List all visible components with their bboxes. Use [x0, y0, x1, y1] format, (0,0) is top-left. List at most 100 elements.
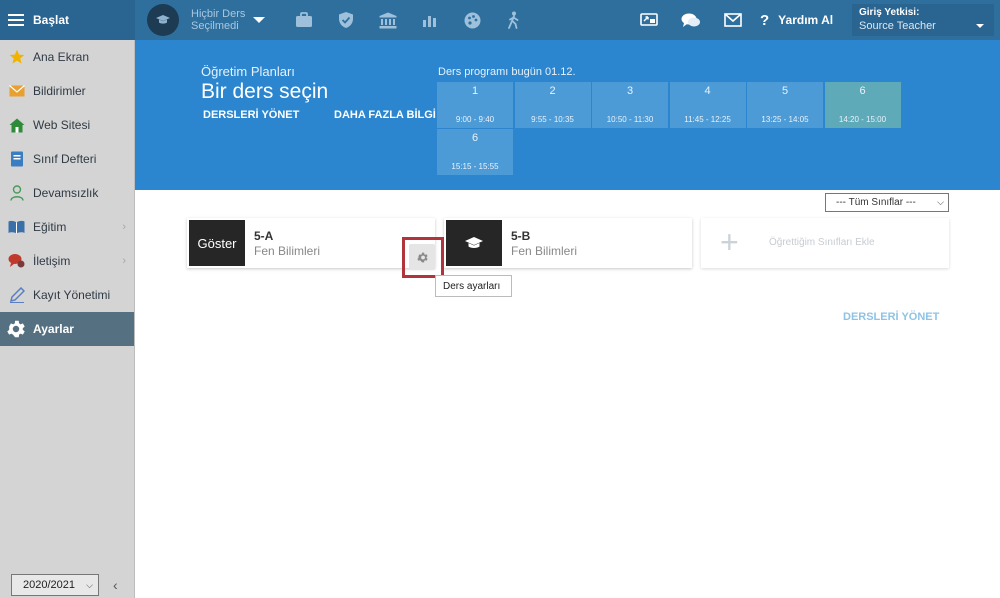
class-card-5b[interactable]: 5-B Fen Bilimleri: [444, 218, 692, 268]
sidebar-item-kayıt-yönetimi[interactable]: Kayıt Yönetimi: [0, 278, 134, 312]
more-info-link[interactable]: DAHA FAZLA BİLGİ: [334, 109, 436, 121]
add-classes-card[interactable]: + Öğrettiğim Sınıfları Ekle: [701, 218, 949, 268]
schedule-period[interactable]: 2 9:55 - 10:35: [514, 82, 591, 128]
bank-icon[interactable]: [378, 10, 398, 30]
chat-icon[interactable]: [681, 10, 701, 30]
class-code: 5-A: [254, 229, 274, 243]
period-number: 1: [471, 85, 479, 97]
sidebar-item-ayarlar[interactable]: Ayarlar: [0, 312, 134, 346]
show-label: Göster: [197, 235, 237, 251]
class-code: 5-B: [511, 229, 531, 243]
sidebar-item-label: Eğitim: [33, 220, 67, 234]
class-card-5a[interactable]: Göster 5-A Fen Bilimleri: [187, 218, 435, 268]
collapse-sidebar-icon[interactable]: ‹: [113, 577, 118, 593]
period-time: 14:20 - 15:00: [838, 115, 887, 124]
period-time: 15:15 - 15:55: [451, 162, 499, 171]
class-thumbnail: Göster: [189, 220, 245, 266]
mail-icon[interactable]: [723, 10, 743, 30]
sidebar-item-label: Web Sitesi: [33, 118, 91, 132]
period-number: 5: [781, 85, 789, 97]
schedule-period[interactable]: 4 11:45 - 12:25: [669, 82, 746, 128]
palette-icon[interactable]: [462, 10, 482, 30]
class-filter-value: --- Tüm Sınıflar ---: [836, 197, 916, 208]
period-number: 3: [626, 85, 634, 97]
sidebar-item-label: Ayarlar: [33, 322, 74, 336]
bar-chart-icon[interactable]: [420, 10, 440, 30]
chevron-down-icon: [253, 17, 265, 23]
star-icon: [8, 49, 25, 66]
sidebar-item-web-sitesi[interactable]: Web Sitesi: [0, 108, 134, 142]
period-number: 2: [549, 85, 556, 97]
period-time: 10:50 - 11:30: [606, 115, 654, 124]
manage-lessons-link[interactable]: DERSLERİ YÖNET: [203, 109, 299, 121]
class-thumbnail: [446, 220, 502, 266]
pen-icon: [8, 287, 25, 304]
schedule-period[interactable]: 6 14:20 - 15:00: [824, 82, 901, 128]
sidebar-item-label: İletişim: [33, 254, 71, 268]
gear-icon: [416, 252, 428, 262]
lesson-settings-button[interactable]: [409, 244, 435, 270]
sidebar-item-bildirimler[interactable]: Bildirimler: [0, 74, 134, 108]
notebook-icon: [8, 151, 25, 168]
start-label: Başlat: [33, 13, 70, 27]
question-mark-icon: ?: [760, 11, 770, 29]
school-year-value: 2020/2021: [23, 579, 75, 591]
utility-icons: [628, 0, 754, 40]
sidebar-item-label: Kayıt Yönetimi: [33, 288, 111, 302]
sidebar-nav: Ana Ekran Bildirimler Web Sitesi Sınıf Deft…: [0, 40, 134, 346]
module-icons: [283, 10, 535, 30]
class-filter-select[interactable]: --- Tüm Sınıflar --- ⌵: [825, 193, 949, 212]
walking-icon[interactable]: [504, 10, 524, 30]
lesson-settings-tooltip: Ders ayarları: [435, 275, 512, 297]
help-label: Yardım Al: [778, 13, 834, 27]
sidebar-item-devamsızlık[interactable]: Devamsızlık: [0, 176, 134, 210]
sidebar-item-i-letişim[interactable]: İletişim ›: [0, 244, 134, 278]
sidebar-item-label: Sınıf Defteri: [33, 152, 97, 166]
graduation-cap-icon: [147, 4, 179, 36]
sidebar-item-label: Devamsızlık: [33, 186, 99, 200]
period-number: 4: [704, 85, 711, 97]
chevron-right-icon: ›: [122, 221, 126, 233]
role-label: Giriş Yetkisi:: [859, 7, 920, 18]
course-selector[interactable]: Hiçbir Ders Seçilmedi: [147, 4, 265, 36]
person-icon: [8, 185, 25, 202]
class-subject: Fen Bilimleri: [511, 244, 578, 258]
sidebar-item-label: Ana Ekran: [33, 50, 90, 64]
period-time: 9:55 - 10:35: [531, 115, 574, 124]
role-selector[interactable]: Giriş Yetkisi: Source Teacher: [852, 4, 994, 36]
sidebar-item-eğitim[interactable]: Eğitim ›: [0, 210, 134, 244]
schedule-period[interactable]: 5 13:25 - 14:05: [747, 82, 823, 128]
gear-icon: [4, 317, 28, 341]
sidebar-item-sınıf-defteri[interactable]: Sınıf Defteri: [0, 142, 134, 176]
envelope-icon: [8, 83, 25, 100]
school-year-select[interactable]: 2020/2021 ⌵: [11, 574, 99, 596]
sidebar-item-label: Bildirimler: [33, 84, 86, 98]
cast-icon[interactable]: [639, 10, 659, 30]
start-menu-button[interactable]: Başlat: [0, 0, 135, 40]
period-number: 6: [471, 132, 479, 144]
schedule-period[interactable]: 6 15:15 - 15:55: [437, 129, 513, 175]
role-value: Source Teacher: [859, 20, 936, 32]
period-time: 11:45 - 12:25: [684, 115, 731, 124]
period-time: 13:25 - 14:05: [761, 115, 809, 124]
speech-icon: [8, 253, 25, 270]
schedule-label: Ders programı bugün 01.12.: [438, 66, 576, 78]
help-button[interactable]: ? Yardım Al: [760, 0, 833, 40]
manage-lessons-link-main[interactable]: DERSLERİ YÖNET: [843, 311, 939, 323]
chevron-down-icon: ⌵: [937, 197, 944, 207]
chevron-right-icon: ›: [122, 255, 126, 267]
sidebar-item-ana-ekran[interactable]: Ana Ekran: [0, 40, 134, 74]
lesson-plan-banner: Öğretim Planları Bir ders seçin DERSLERİ…: [135, 40, 1000, 190]
schedule-period[interactable]: 1 9:00 - 9:40: [437, 82, 513, 128]
period-time: 9:00 - 9:40: [455, 115, 495, 124]
chevron-down-icon: [976, 24, 984, 28]
shield-check-icon[interactable]: [336, 10, 356, 30]
schedule-period[interactable]: 3 10:50 - 11:30: [592, 82, 668, 128]
hamburger-icon: [8, 14, 24, 26]
period-number: 6: [859, 85, 866, 97]
sidebar: Ana Ekran Bildirimler Web Sitesi Sınıf Deft…: [0, 40, 135, 598]
banner-title: Bir ders seçin: [201, 80, 329, 103]
chevron-down-icon: ⌵: [86, 580, 93, 590]
briefcase-icon[interactable]: [294, 10, 314, 30]
house-icon: [8, 117, 25, 134]
